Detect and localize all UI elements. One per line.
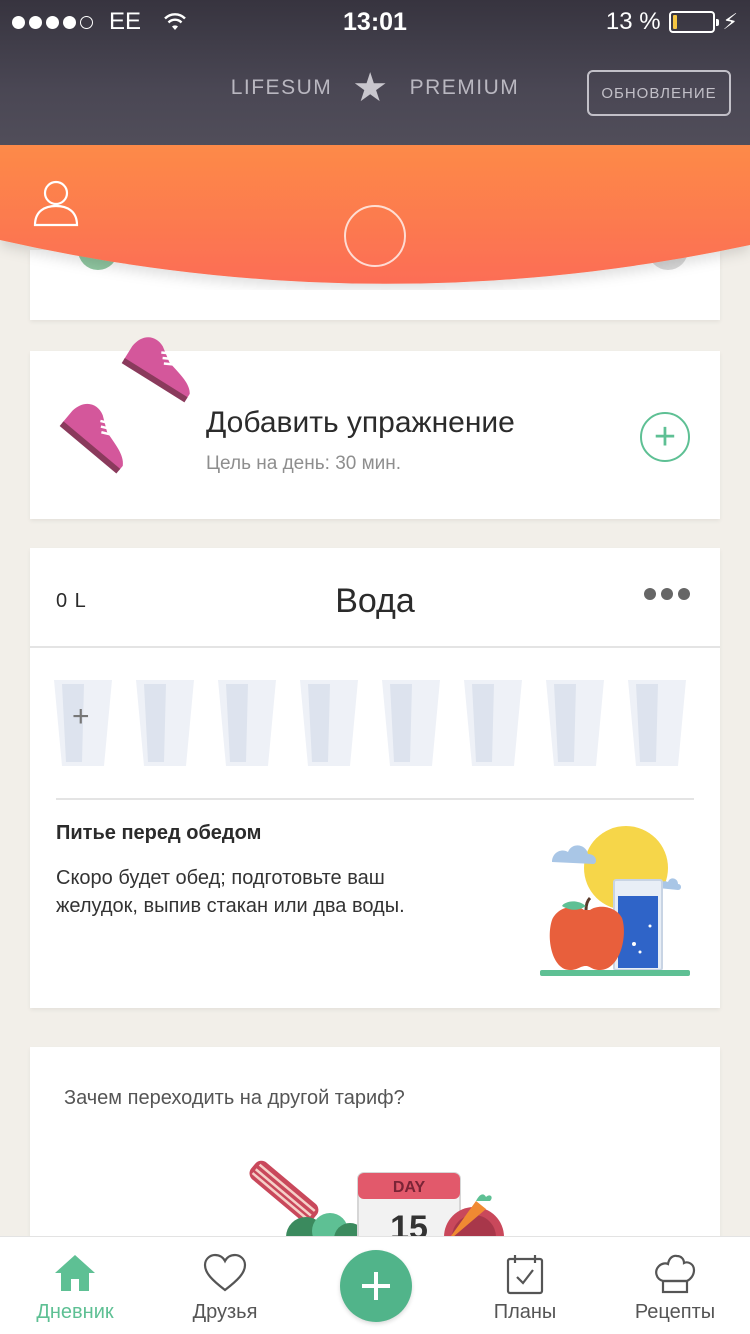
water-divider <box>30 646 720 648</box>
tip-divider <box>56 798 694 800</box>
calendar-day-label: DAY <box>393 1179 426 1196</box>
tab-diary-label: Дневник <box>36 1301 114 1323</box>
water-title: Вода <box>335 582 415 620</box>
food-calendar-illustration: DAY 15 <box>249 1160 504 1247</box>
heart-icon <box>203 1253 247 1292</box>
upgrade-card[interactable]: Зачем переходить на другой тариф? DAY 15 <box>30 1047 720 1247</box>
charging-icon: ⚡ <box>722 9 738 34</box>
battery-icon <box>668 11 719 33</box>
tip-text: Скоро будет обед; подготовьте ваш желудо… <box>56 867 405 917</box>
water-glass[interactable] <box>626 678 688 768</box>
tab-recipes[interactable]: Рецепты <box>600 1237 750 1334</box>
water-glass[interactable]: + <box>52 678 114 768</box>
add-glass-icon[interactable]: + <box>72 700 90 734</box>
upgrade-button[interactable]: ОБНОВЛЕНИЕ <box>587 70 731 116</box>
water-glass[interactable] <box>298 678 360 768</box>
water-glass[interactable] <box>380 678 442 768</box>
home-icon <box>55 1255 95 1291</box>
tab-friends[interactable]: Друзья <box>150 1237 300 1334</box>
add-entry-button[interactable] <box>340 1250 412 1322</box>
brand-lifesum: LIFESUM <box>230 76 333 99</box>
calorie-ring[interactable] <box>344 205 406 267</box>
status-right: 13 % ⚡ <box>606 8 738 36</box>
exercise-goal: Цель на день: 30 мин. <box>206 453 402 474</box>
brand-premium: PREMIUM <box>409 76 520 99</box>
tab-plans-label: Планы <box>493 1301 557 1323</box>
profile-icon[interactable] <box>33 178 79 228</box>
add-exercise-button[interactable]: + <box>640 412 690 462</box>
sneaker-icon-2 <box>59 403 123 474</box>
exercise-title: Добавить упражнение <box>206 406 515 439</box>
battery-percent: 13 % <box>605 8 661 35</box>
tip-title: Питье перед обедом <box>56 822 262 844</box>
water-glass[interactable] <box>544 678 606 768</box>
tab-recipes-label: Рецепты <box>634 1301 716 1323</box>
tab-plans[interactable]: Планы <box>450 1237 600 1334</box>
sneaker-icon <box>121 337 190 403</box>
exercise-card[interactable]: Добавить упражнение Цель на день: 30 мин… <box>30 337 720 519</box>
apple-water-illustration <box>540 826 690 976</box>
chef-hat-icon <box>655 1254 696 1294</box>
tab-friends-label: Друзья <box>192 1301 258 1323</box>
status-bar: EE 13:01 13 % ⚡ <box>0 0 750 42</box>
calendar-check-icon <box>506 1255 544 1295</box>
water-glass[interactable] <box>462 678 524 768</box>
water-glass[interactable] <box>216 678 278 768</box>
star-icon: ★ <box>352 66 390 110</box>
water-glasses: + <box>52 678 702 768</box>
tab-diary[interactable]: Дневник <box>0 1237 150 1334</box>
battery-fill <box>672 15 678 29</box>
plus-icon <box>362 1272 390 1300</box>
water-card: 0 L Вода + Питье перед обедом Скоро буде… <box>30 548 720 1008</box>
water-glass[interactable] <box>134 678 196 768</box>
more-options-icon[interactable] <box>644 588 690 600</box>
upgrade-question: Зачем переходить на другой тариф? <box>64 1087 405 1109</box>
